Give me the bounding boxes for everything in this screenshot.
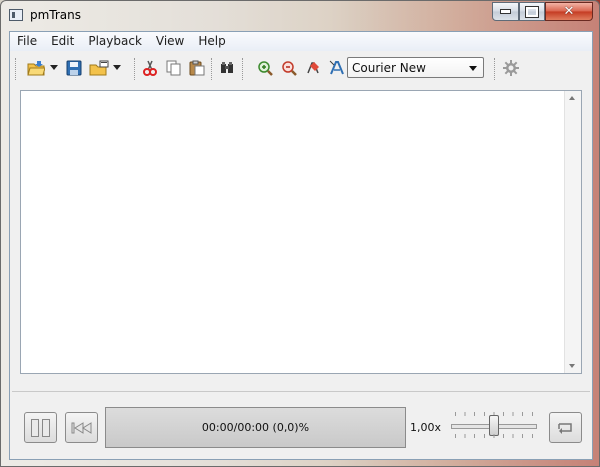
cut-icon: [143, 60, 157, 76]
client-area: File Edit Playback View Help Courier New…: [9, 31, 593, 460]
zoom-out-icon: [282, 61, 297, 76]
export-icon: [89, 60, 109, 76]
open-dropdown-arrow[interactable]: [50, 65, 58, 70]
close-icon: ✕: [563, 4, 575, 19]
find-icon: [221, 62, 233, 73]
transcription-text-area[interactable]: [20, 90, 582, 374]
font-select-value: Courier New: [352, 61, 426, 75]
toolbar-separator: [242, 58, 244, 80]
player-controls: 00:00/00:00 (0,0)% 1,00x: [12, 391, 590, 458]
export-button[interactable]: [89, 58, 109, 78]
settings-button[interactable]: [501, 58, 521, 78]
time-display: 00:00/00:00 (0,0)%: [201, 421, 310, 434]
chevron-down-icon: [469, 66, 477, 71]
slider-handle[interactable]: [489, 415, 499, 436]
export-dropdown-arrow[interactable]: [113, 65, 121, 70]
pause-icon: [31, 418, 50, 437]
toolbar-separator: [211, 58, 213, 80]
settings-gear-icon: [503, 60, 519, 76]
window-title: pmTrans: [30, 8, 82, 22]
menu-edit[interactable]: Edit: [44, 32, 81, 51]
scroll-down-icon[interactable]: [569, 364, 575, 368]
copy-button[interactable]: [164, 58, 184, 78]
font-style-icon: [329, 60, 344, 75]
cut-button[interactable]: [140, 58, 160, 78]
title-bar[interactable]: pmTrans ✕: [1, 1, 599, 31]
rewind-icon: [71, 421, 91, 434]
slider-ticks: [455, 434, 533, 438]
maximize-button[interactable]: [519, 2, 545, 21]
open-button[interactable]: [26, 58, 46, 78]
paste-icon: [189, 60, 205, 76]
close-button[interactable]: ✕: [545, 2, 593, 21]
zoom-out-button[interactable]: [279, 58, 299, 78]
scroll-up-icon[interactable]: [569, 96, 575, 100]
vertical-scrollbar[interactable]: [564, 91, 581, 373]
menu-file[interactable]: File: [10, 32, 44, 51]
menu-view[interactable]: View: [149, 32, 191, 51]
toolbar-separator: [494, 58, 496, 80]
speed-slider[interactable]: [451, 410, 537, 440]
playback-progress[interactable]: 00:00/00:00 (0,0)%: [105, 407, 406, 448]
save-disk-icon: [66, 60, 82, 76]
font-color-icon: [307, 62, 319, 74]
app-icon: [9, 9, 23, 21]
font-select[interactable]: Courier New: [347, 57, 484, 78]
loop-button[interactable]: [549, 412, 582, 443]
minimize-button[interactable]: [492, 2, 519, 21]
menu-bar: File Edit Playback View Help: [10, 32, 592, 51]
toolbar-separator: [134, 58, 136, 80]
play-pause-button[interactable]: [24, 412, 57, 443]
menu-help[interactable]: Help: [191, 32, 232, 51]
app-window: pmTrans ✕ File Edit Playback View Help C…: [0, 0, 600, 467]
open-folder-icon: [27, 61, 45, 76]
copy-icon: [166, 60, 181, 76]
maximize-icon: [525, 5, 539, 18]
rewind-button[interactable]: [65, 412, 98, 443]
speed-label: 1,00x: [410, 421, 442, 434]
font-color-button[interactable]: [303, 58, 323, 78]
paste-button[interactable]: [187, 58, 207, 78]
zoom-in-icon: [258, 61, 273, 76]
loop-icon: [557, 422, 572, 434]
menu-playback[interactable]: Playback: [81, 32, 149, 51]
toolbar: Courier New: [10, 52, 592, 84]
minimize-icon: [500, 9, 511, 14]
save-button[interactable]: [64, 58, 84, 78]
zoom-in-button[interactable]: [255, 58, 275, 78]
font-style-button[interactable]: [327, 58, 347, 78]
find-button[interactable]: [217, 58, 237, 78]
toolbar-grip: [15, 58, 17, 80]
